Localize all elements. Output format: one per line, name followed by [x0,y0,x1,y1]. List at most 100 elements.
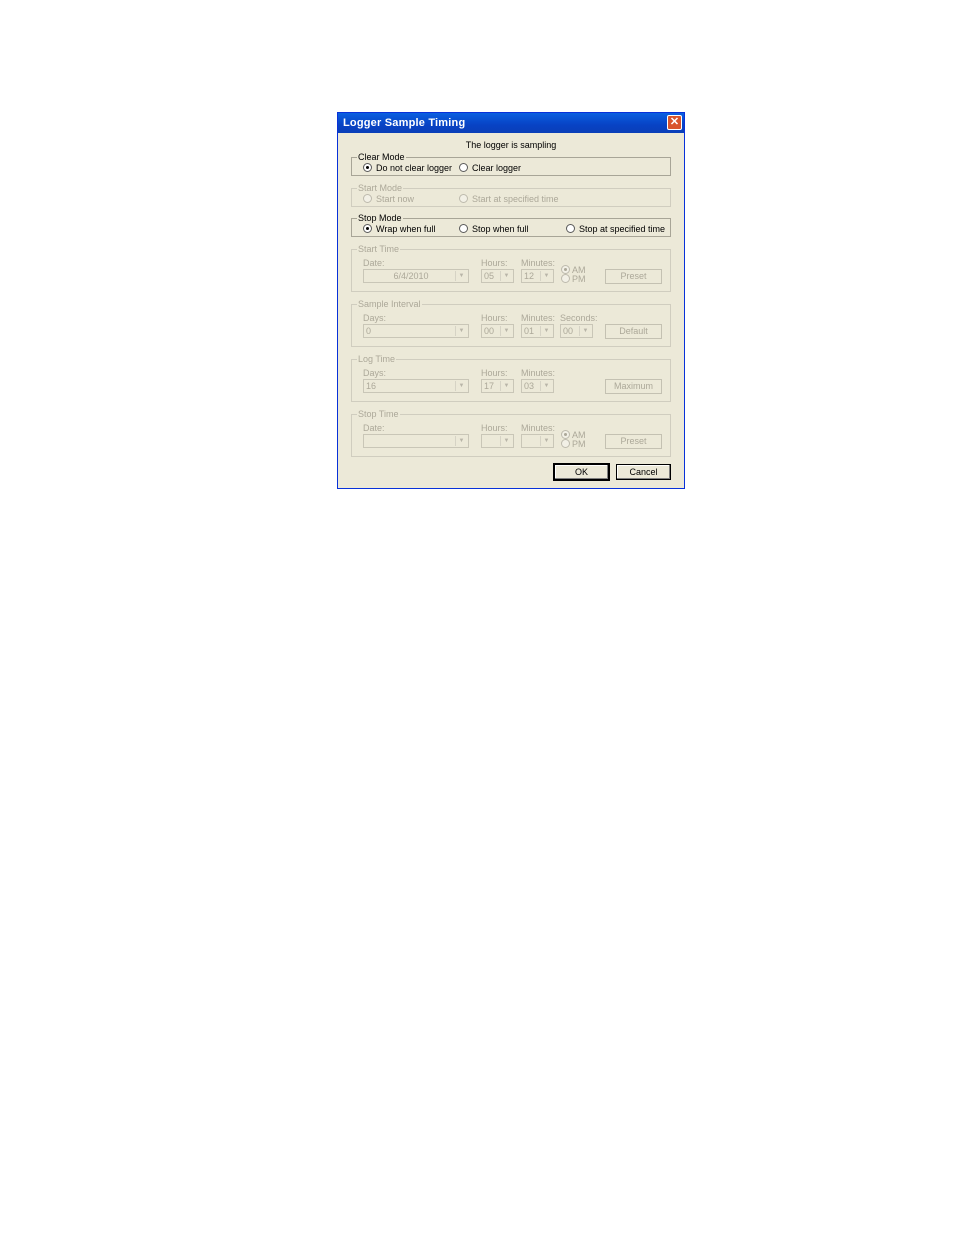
log-days-value: 16 [366,381,377,391]
chevron-down-icon: ▼ [540,271,552,281]
cancel-button[interactable]: Cancel [616,464,671,480]
date-label: Date: [363,258,385,268]
stop-hours-select[interactable]: ▼ [481,434,514,448]
hours-label: Hours: [481,423,508,433]
stop-time-group: Stop Time Date: Hours: Minutes: ▼ ▼ ▼ AM… [351,409,671,457]
radio-icon [561,265,570,274]
minutes-label: Minutes: [521,313,556,323]
date-label: Date: [363,423,385,433]
radio-do-not-clear-logger[interactable]: Do not clear logger [363,163,452,174]
start-minutes-select[interactable]: 12 ▼ [521,269,554,283]
radio-icon [561,274,570,283]
log-time-group: Log Time Days: Hours: Minutes: 16 ▼ 17 ▼ 0… [351,354,671,402]
radio-icon [561,439,570,448]
radio-start-at-specified-time[interactable]: Start at specified time [459,194,559,205]
pm-label: PM [572,439,586,449]
seconds-label: Seconds: [560,313,598,323]
radio-icon [363,163,372,172]
interval-hours-select[interactable]: 00 ▼ [481,324,514,338]
interval-days-value: 0 [366,326,372,336]
radio-icon [363,194,372,203]
interval-minutes-select[interactable]: 01 ▼ [521,324,554,338]
radio-icon [459,163,468,172]
start-time-group: Start Time Date: Hours: Minutes: 6/4/201… [351,244,671,292]
chevron-down-icon: ▼ [455,436,467,446]
start-date-select[interactable]: 6/4/2010 ▼ [363,269,469,283]
days-label: Days: [363,368,387,378]
log-minutes-value: 03 [524,381,535,391]
status-text: The logger is sampling [465,140,557,150]
start-hours-select[interactable]: 05 ▼ [481,269,514,283]
stop-time-label: Stop Time [357,409,400,420]
start-mode-label: Start Mode [357,183,404,194]
chevron-down-icon: ▼ [540,326,552,336]
maximum-button[interactable]: Maximum [605,379,662,394]
radio-icon [363,224,372,233]
radio-start-now[interactable]: Start now [363,194,414,205]
close-button[interactable]: ✕ [667,115,682,130]
minutes-label: Minutes: [521,423,556,433]
radio-stop-at-specified-time[interactable]: Stop at specified time [566,224,665,235]
radio-label: Start at specified time [472,194,559,204]
stop-mode-group: Stop Mode Wrap when full Stop when full … [351,213,671,237]
radio-label: Wrap when full [376,224,436,234]
radio-clear-logger[interactable]: Clear logger [459,163,521,174]
chevron-down-icon: ▼ [500,271,512,281]
stop-minutes-select[interactable]: ▼ [521,434,554,448]
chevron-down-icon: ▼ [540,381,552,391]
radio-stop-pm[interactable]: PM [561,439,586,449]
log-days-select[interactable]: 16 ▼ [363,379,469,393]
hours-label: Hours: [481,313,508,323]
start-minutes-value: 12 [524,271,535,281]
minutes-label: Minutes: [521,368,556,378]
window-title: Logger Sample Timing [343,117,466,129]
logger-sample-timing-dialog: Logger Sample Timing ✕ The logger is sam… [337,112,685,489]
radio-wrap-when-full[interactable]: Wrap when full [363,224,435,235]
start-hours-value: 05 [484,271,495,281]
hours-label: Hours: [481,368,508,378]
radio-icon [566,224,575,233]
radio-icon [459,194,468,203]
chevron-down-icon: ▼ [500,381,512,391]
start-date-value: 6/4/2010 [393,271,429,281]
chevron-down-icon: ▼ [455,326,467,336]
radio-icon [561,430,570,439]
start-mode-group: Start Mode Start now Start at specified … [351,183,671,207]
log-time-label: Log Time [357,354,397,365]
start-time-label: Start Time [357,244,401,255]
chevron-down-icon: ▼ [500,436,512,446]
radio-stop-when-full[interactable]: Stop when full [459,224,529,235]
sample-interval-group: Sample Interval Days: Hours: Minutes: Se… [351,299,671,347]
stop-date-select[interactable]: ▼ [363,434,469,448]
radio-label: Clear logger [472,163,522,173]
stop-mode-label: Stop Mode [357,213,403,224]
chevron-down-icon: ▼ [455,381,467,391]
chevron-down-icon: ▼ [500,326,512,336]
days-label: Days: [363,313,387,323]
close-icon: ✕ [669,116,680,128]
radio-label: Stop at specified time [579,224,666,234]
clear-mode-label: Clear Mode [357,152,406,163]
start-preset-button[interactable]: Preset [605,269,662,284]
interval-seconds-value: 00 [563,326,574,336]
hours-label: Hours: [481,258,508,268]
ok-button[interactable]: OK [553,463,610,481]
log-hours-select[interactable]: 17 ▼ [481,379,514,393]
minutes-label: Minutes: [521,258,556,268]
interval-days-select[interactable]: 0 ▼ [363,324,469,338]
interval-seconds-select[interactable]: 00 ▼ [560,324,593,338]
radio-label: Do not clear logger [376,163,453,173]
title-bar[interactable]: Logger Sample Timing ✕ [338,113,684,133]
chevron-down-icon: ▼ [579,326,591,336]
radio-start-pm[interactable]: PM [561,274,586,284]
chevron-down-icon: ▼ [455,271,467,281]
pm-label: PM [572,274,586,284]
radio-label: Start now [376,194,415,204]
radio-icon [459,224,468,233]
default-button[interactable]: Default [605,324,662,339]
interval-minutes-value: 01 [524,326,535,336]
chevron-down-icon: ▼ [540,436,552,446]
radio-label: Stop when full [472,224,529,234]
log-minutes-select[interactable]: 03 ▼ [521,379,554,393]
stop-preset-button[interactable]: Preset [605,434,662,449]
